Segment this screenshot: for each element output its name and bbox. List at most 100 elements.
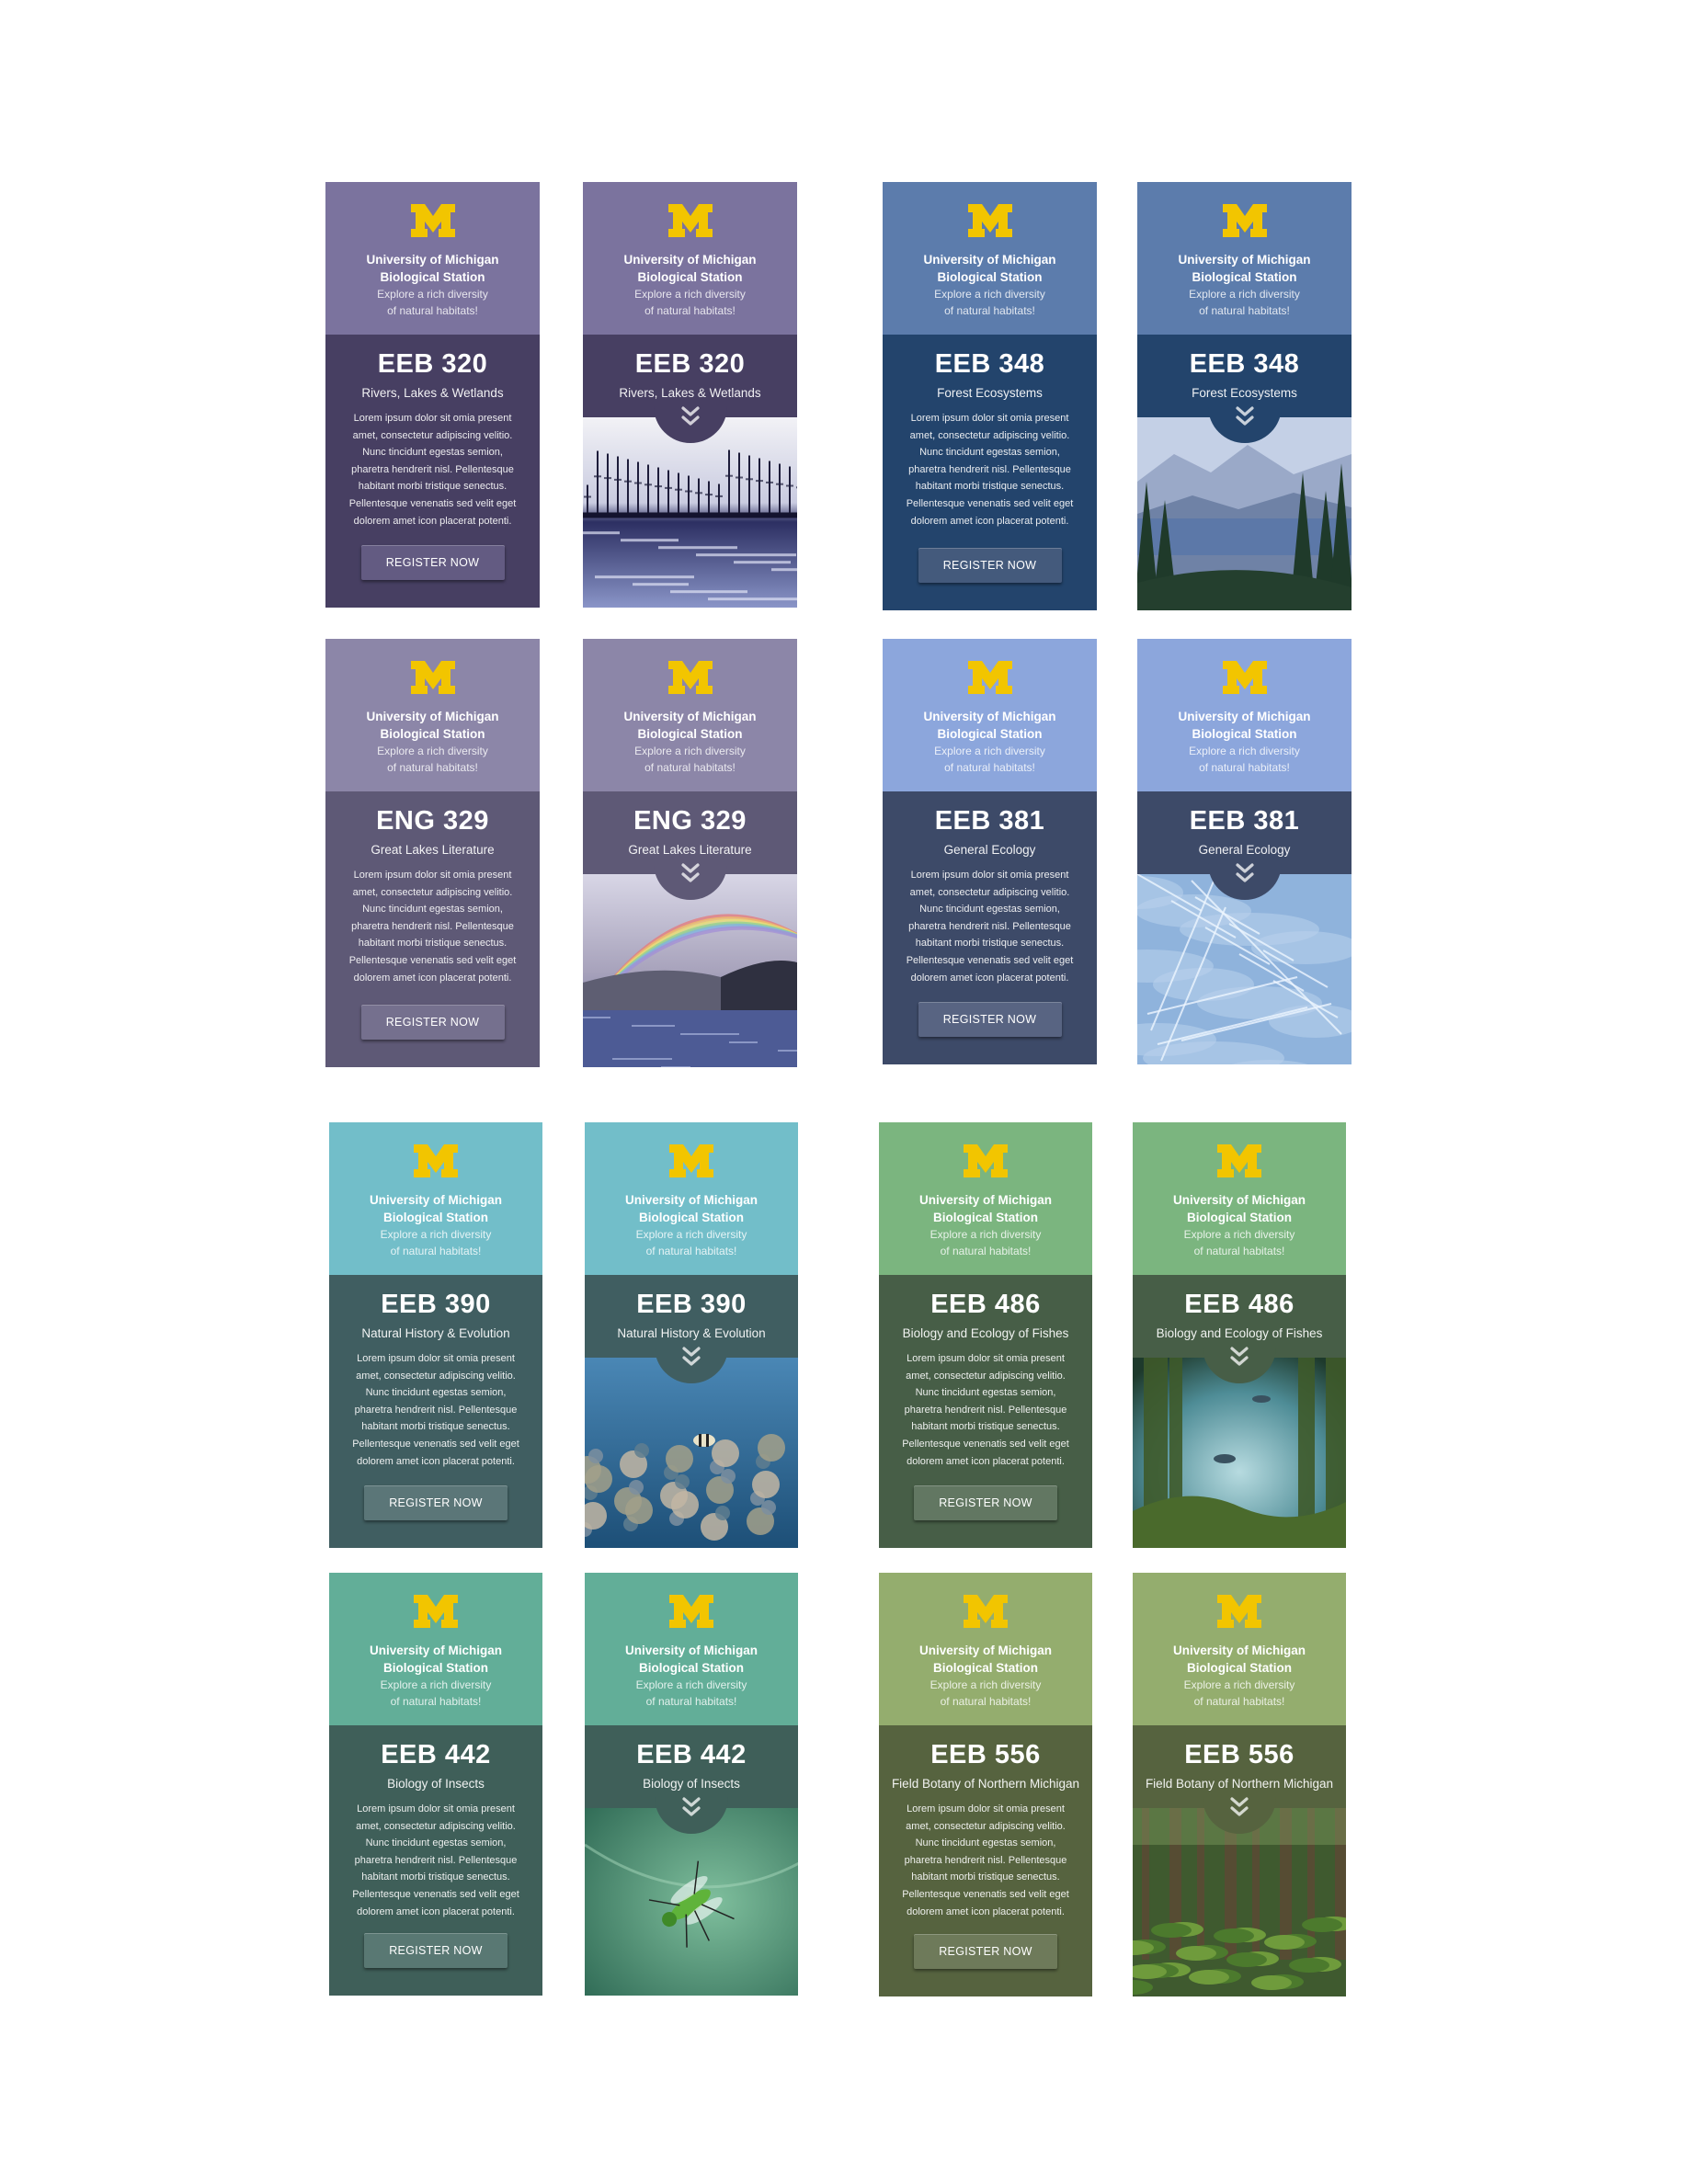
description-line: amet, consectetur adipiscing velitio. — [909, 429, 1070, 441]
org-line-2: Biological Station — [937, 727, 1043, 741]
banner-body: EEB 442 Biology of Insects Lorem ipsum dol… — [329, 1725, 542, 1996]
course-banner-eeb-348: University of Michigan Biological Station… — [883, 182, 1097, 610]
description-line: Pellentesque venenatis sed velit eget — [352, 1888, 519, 1900]
course-code: EEB 320 — [377, 349, 488, 379]
course-banner-eeb-381: University of Michigan Biological Station… — [883, 639, 1097, 1064]
michigan-m-logo — [967, 661, 1012, 694]
banner-body: EEB 442 Biology of Insects — [585, 1725, 798, 1996]
banner-body: EEB 486 Biology and Ecology of Fishes Lore… — [879, 1275, 1092, 1548]
description-line: amet, consectetur adipiscing velitio. — [356, 1370, 516, 1382]
description-line: amet, consectetur adipiscing velitio. — [906, 1820, 1066, 1832]
description-line: dolorem amet icon placerat potenti. — [907, 1455, 1065, 1467]
banner-body: EEB 556 Field Botany of Northern Michigan… — [879, 1725, 1092, 1996]
register-now-button[interactable]: REGISTER NOW — [914, 1934, 1057, 1969]
description-line: habitant morbi tristique senectus. — [361, 1421, 510, 1433]
description-line: Nunc tincidunt egestas semion, — [915, 1837, 1056, 1849]
course-code: EEB 381 — [934, 806, 1045, 836]
course-banner-eng-329: University of Michigan Biological Station… — [325, 639, 540, 1067]
register-now-button[interactable]: REGISTER NOW — [360, 1005, 505, 1040]
course-code: EEB 390 — [636, 1290, 747, 1319]
course-description: Lorem ipsum dolor sit omia present amet, … — [897, 1350, 1074, 1470]
register-now-button[interactable]: REGISTER NOW — [360, 545, 505, 580]
register-now-button[interactable]: REGISTER NOW — [364, 1933, 508, 1968]
course-banner-eeb-486: University of Michigan Biological Station… — [879, 1122, 1092, 1548]
chevron-down-icon[interactable] — [1228, 1795, 1250, 1819]
org-line-2: Biological Station — [937, 270, 1043, 284]
description-line: pharetra hendrerit nisl. Pellentesque — [351, 463, 514, 475]
org-line-2: Biological Station — [382, 1661, 488, 1675]
tagline-line-1: Explore a rich diversity — [934, 288, 1045, 301]
tagline-line-1: Explore a rich diversity — [934, 745, 1045, 757]
register-now-button[interactable]: REGISTER NOW — [364, 1485, 508, 1520]
register-now-button[interactable]: REGISTER NOW — [918, 1002, 1062, 1037]
banner-header: University of Michigan Biological Station… — [585, 1122, 798, 1275]
banner-body: EEB 348 Forest Ecosystems Lorem ipsum dolo… — [883, 335, 1097, 610]
org-line-2: Biological Station — [637, 727, 743, 741]
tagline-line-2: of natural habitats! — [1199, 304, 1290, 317]
chevron-down-icon[interactable] — [679, 404, 701, 428]
course-photo-banner-eeb-348: University of Michigan Biological Station… — [1137, 182, 1352, 610]
course-banner-eeb-320: University of Michigan Biological Station… — [325, 182, 540, 608]
org-name: University of Michigan Biological Station — [585, 1191, 798, 1226]
banner-header: University of Michigan Biological Station… — [583, 639, 797, 791]
org-line-1: University of Michigan — [369, 1193, 503, 1207]
register-now-button[interactable]: REGISTER NOW — [918, 548, 1062, 583]
banner-body: ENG 329 Great Lakes Literature Lorem ipsum… — [325, 791, 540, 1067]
org-line-1: University of Michigan — [918, 1193, 1053, 1207]
tagline-line-1: Explore a rich diversity — [380, 1678, 492, 1691]
course-photo-banner-eeb-320: University of Michigan Biological Station… — [583, 182, 797, 608]
course-description: Lorem ipsum dolor sit omia present amet, … — [901, 410, 1078, 529]
chevron-down-icon[interactable] — [680, 1345, 702, 1369]
chevron-down-icon[interactable] — [1228, 1345, 1250, 1369]
chevron-down-icon[interactable] — [679, 861, 701, 885]
org-name: University of Michigan Biological Station — [325, 251, 540, 286]
course-code: EEB 556 — [930, 1740, 1041, 1769]
michigan-m-logo — [410, 661, 455, 694]
description-line: habitant morbi tristique senectus. — [911, 1871, 1060, 1883]
tagline-line-1: Explore a rich diversity — [634, 288, 746, 301]
chevron-down-icon[interactable] — [1234, 861, 1256, 885]
org-name: University of Michigan Biological Station — [325, 708, 540, 743]
description-line: habitant morbi tristique senectus. — [915, 481, 1065, 493]
org-name: University of Michigan Biological Station — [883, 708, 1097, 743]
description-line: habitant morbi tristique senectus. — [358, 938, 508, 950]
michigan-m-logo — [667, 204, 713, 237]
banner-body: EEB 556 Field Botany of Northern Michigan — [1133, 1725, 1346, 1996]
banner-header: University of Michigan Biological Station… — [883, 182, 1097, 335]
banner-body: EEB 486 Biology and Ecology of Fishes — [1133, 1275, 1346, 1548]
tagline: Explore a rich diversity of natural habit… — [585, 1226, 798, 1259]
tagline: Explore a rich diversity of natural habit… — [329, 1677, 542, 1710]
tagline-line-2: of natural habitats! — [390, 1245, 482, 1257]
description-line: Pellentesque venenatis sed velit eget — [348, 954, 517, 966]
tagline-line-2: of natural habitats! — [1199, 761, 1290, 774]
course-code: EEB 390 — [381, 1290, 491, 1319]
description-line: habitant morbi tristique senectus. — [358, 481, 508, 493]
michigan-m-logo — [410, 204, 455, 237]
course-code: EEB 486 — [1184, 1290, 1295, 1319]
chevron-down-icon[interactable] — [680, 1795, 702, 1819]
tagline-line-1: Explore a rich diversity — [377, 288, 488, 301]
mountain-lake-forest-photo — [1137, 417, 1352, 610]
description-line: habitant morbi tristique senectus. — [915, 938, 1065, 950]
description-line: Lorem ipsum dolor sit omia present — [907, 1353, 1065, 1364]
description-line: Nunc tincidunt egestas semion, — [362, 904, 503, 916]
banner-header: University of Michigan Biological Station… — [325, 182, 540, 335]
register-now-button[interactable]: REGISTER NOW — [914, 1485, 1057, 1520]
chevron-down-icon[interactable] — [1234, 404, 1256, 428]
description-line: pharetra hendrerit nisl. Pellentesque — [908, 920, 1071, 932]
description-line: Lorem ipsum dolor sit omia present — [357, 1353, 515, 1364]
description-line: Lorem ipsum dolor sit omia present — [910, 870, 1069, 881]
course-description: Lorem ipsum dolor sit omia present amet, … — [344, 867, 521, 986]
tagline-line-2: of natural habitats! — [390, 1695, 482, 1708]
description-line: Pellentesque venenatis sed velit eget — [352, 1438, 519, 1450]
banner-header: University of Michigan Biological Station… — [585, 1573, 798, 1725]
org-name: University of Michigan Biological Station — [879, 1642, 1092, 1677]
course-title: Biology and Ecology of Fishes — [902, 1326, 1069, 1340]
org-line-1: University of Michigan — [923, 253, 1056, 267]
tagline: Explore a rich diversity of natural habit… — [583, 743, 797, 776]
michigan-m-logo — [669, 1144, 713, 1177]
course-title: General Ecology — [1198, 843, 1291, 857]
tagline-line-1: Explore a rich diversity — [1183, 1678, 1295, 1691]
course-title: Biology of Insects — [387, 1777, 485, 1791]
description-line: pharetra hendrerit nisl. Pellentesque — [908, 463, 1071, 475]
